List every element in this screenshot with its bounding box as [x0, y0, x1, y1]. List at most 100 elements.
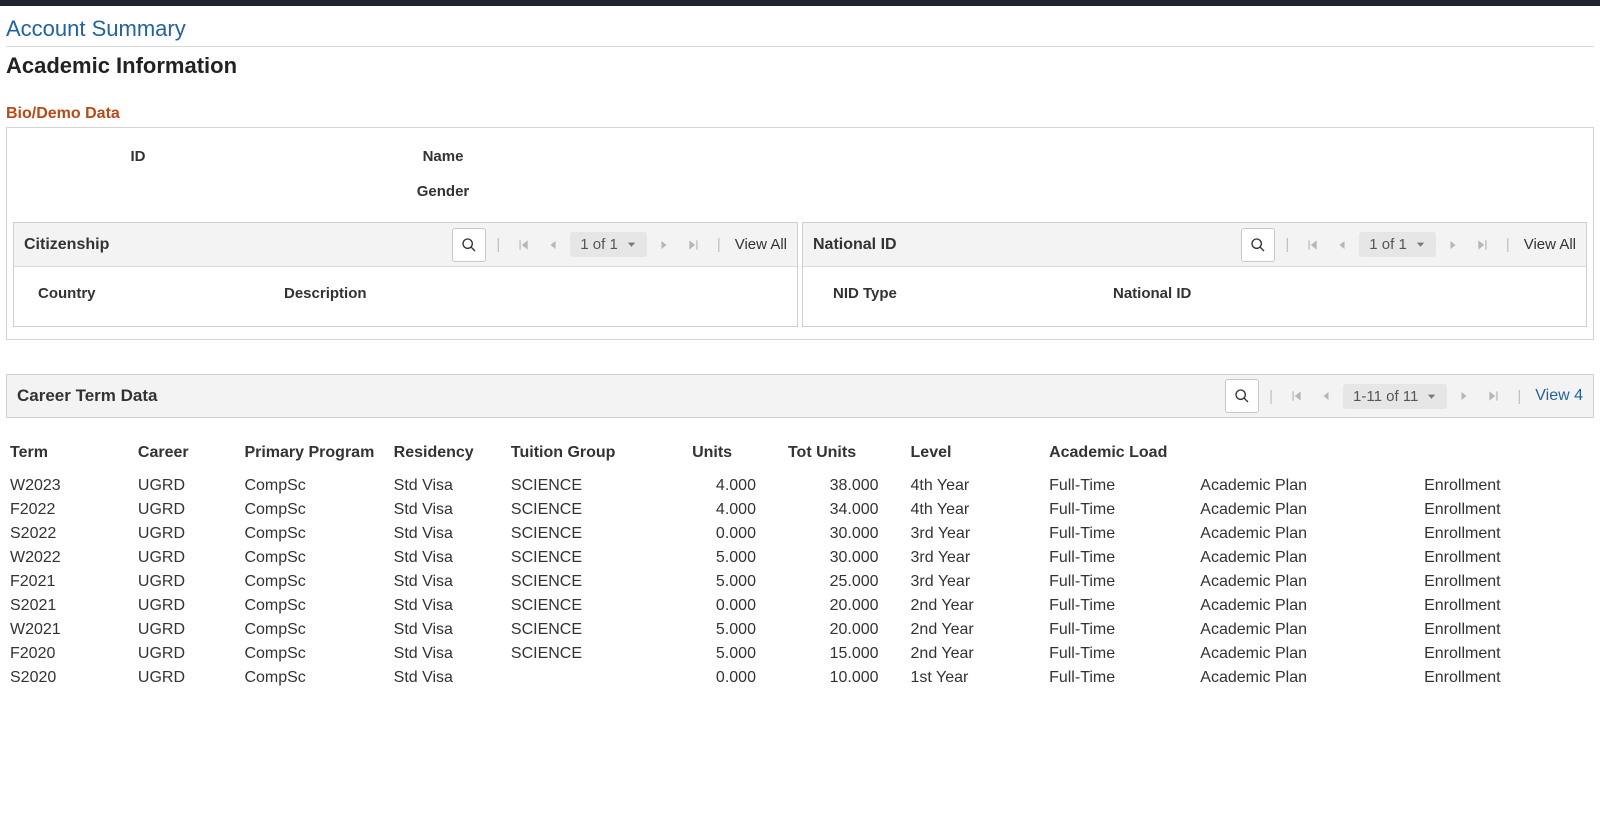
view-all-link[interactable]: View All — [731, 236, 787, 253]
prev-page-button[interactable] — [1329, 231, 1355, 259]
tuition-group-cell: SCIENCE — [507, 594, 688, 618]
career-cell: UGRD — [134, 522, 241, 546]
academic-plan-link[interactable]: Academic Plan — [1178, 498, 1402, 522]
search-button[interactable] — [452, 228, 486, 262]
program-cell: CompSc — [240, 666, 389, 690]
load-cell: Full-Time — [1045, 666, 1178, 690]
table-row: S2022UGRDCompScStd VisaSCIENCE0.00030.00… — [6, 522, 1594, 546]
units-cell: 4.000 — [688, 498, 784, 522]
enrollment-link[interactable]: Enrollment — [1402, 474, 1594, 498]
table-row: F2022UGRDCompScStd VisaSCIENCE4.00034.00… — [6, 498, 1594, 522]
chevron-down-icon — [1426, 391, 1437, 402]
program-cell: CompSc — [240, 642, 389, 666]
tot-units-cell: 25.000 — [784, 570, 907, 594]
level-cell: 2nd Year — [907, 594, 1046, 618]
pager-text: 1 of 1 — [1369, 236, 1407, 253]
enrollment-link[interactable]: Enrollment — [1402, 570, 1594, 594]
career-cell: UGRD — [134, 546, 241, 570]
residency-cell: Std Visa — [390, 498, 507, 522]
term-column-header: Term — [6, 438, 134, 474]
academic-plan-link[interactable]: Academic Plan — [1178, 474, 1402, 498]
next-page-button[interactable] — [651, 231, 677, 259]
units-column-header: Units — [688, 438, 784, 474]
program-cell: CompSc — [240, 522, 389, 546]
description-column-header: Description — [284, 285, 367, 302]
academic-plan-link[interactable]: Academic Plan — [1178, 594, 1402, 618]
enrollment-link[interactable]: Enrollment — [1402, 546, 1594, 570]
country-column-header: Country — [24, 285, 224, 302]
units-cell: 0.000 — [688, 666, 784, 690]
search-button[interactable] — [1225, 379, 1259, 413]
units-cell: 5.000 — [688, 546, 784, 570]
career-term-title: Career Term Data — [17, 386, 157, 406]
enrollment-link[interactable]: Enrollment — [1402, 618, 1594, 642]
next-page-button[interactable] — [1451, 382, 1477, 410]
tot-units-cell: 34.000 — [784, 498, 907, 522]
separator: | — [711, 236, 727, 253]
academic-plan-link[interactable]: Academic Plan — [1178, 642, 1402, 666]
pager-dropdown[interactable]: 1-11 of 11 — [1343, 384, 1447, 409]
last-page-button[interactable] — [1481, 382, 1507, 410]
residency-cell: Std Visa — [390, 522, 507, 546]
academic-plan-link[interactable]: Academic Plan — [1178, 618, 1402, 642]
tot-units-cell: 30.000 — [784, 546, 907, 570]
term-cell: S2021 — [6, 594, 134, 618]
breadcrumb[interactable]: Account Summary — [6, 12, 186, 44]
residency-cell: Std Visa — [390, 618, 507, 642]
enrollment-link[interactable]: Enrollment — [1402, 642, 1594, 666]
chevron-right-icon — [1447, 239, 1459, 251]
first-page-button[interactable] — [510, 231, 536, 259]
table-row: W2023UGRDCompScStd VisaSCIENCE4.00038.00… — [6, 474, 1594, 498]
career-cell: UGRD — [134, 642, 241, 666]
residency-column-header: Residency — [390, 438, 507, 474]
first-page-button[interactable] — [1299, 231, 1325, 259]
enrollment-link[interactable]: Enrollment — [1402, 522, 1594, 546]
academic-plan-link[interactable]: Academic Plan — [1178, 570, 1402, 594]
academic-plan-link[interactable]: Academic Plan — [1178, 546, 1402, 570]
load-cell: Full-Time — [1045, 642, 1178, 666]
next-page-button[interactable] — [1440, 231, 1466, 259]
academic-plan-link[interactable]: Academic Plan — [1178, 522, 1402, 546]
last-page-icon — [687, 238, 701, 252]
view-all-link[interactable]: View All — [1520, 236, 1576, 253]
search-icon — [461, 237, 477, 253]
separator: | — [490, 236, 506, 253]
load-cell: Full-Time — [1045, 594, 1178, 618]
separator: | — [1500, 236, 1516, 253]
prev-page-button[interactable] — [540, 231, 566, 259]
career-cell: UGRD — [134, 498, 241, 522]
term-cell: W2021 — [6, 618, 134, 642]
term-cell: F2020 — [6, 642, 134, 666]
last-page-button[interactable] — [1470, 231, 1496, 259]
tuition-group-cell: SCIENCE — [507, 522, 688, 546]
academic-plan-link[interactable]: Academic Plan — [1178, 666, 1402, 690]
enrollment-link[interactable]: Enrollment — [1402, 594, 1594, 618]
enrollment-link[interactable]: Enrollment — [1402, 498, 1594, 522]
view-4-link[interactable]: View 4 — [1531, 387, 1583, 405]
last-page-icon — [1476, 238, 1490, 252]
last-page-button[interactable] — [681, 231, 707, 259]
tot-units-cell: 38.000 — [784, 474, 907, 498]
table-row: F2021UGRDCompScStd VisaSCIENCE5.00025.00… — [6, 570, 1594, 594]
career-cell: UGRD — [134, 570, 241, 594]
pager-dropdown[interactable]: 1 of 1 — [570, 232, 647, 257]
tot-units-cell: 15.000 — [784, 642, 907, 666]
term-cell: W2023 — [6, 474, 134, 498]
search-icon — [1234, 388, 1250, 404]
units-cell: 5.000 — [688, 642, 784, 666]
bio-demo-box: ID Name Gender Citizenship | — [6, 127, 1594, 340]
pager-dropdown[interactable]: 1 of 1 — [1359, 232, 1436, 257]
nid-type-column-header: NID Type — [813, 285, 1053, 302]
chevron-left-icon — [1320, 390, 1332, 402]
enrollment-link[interactable]: Enrollment — [1402, 666, 1594, 690]
load-cell: Full-Time — [1045, 474, 1178, 498]
tot-units-column-header: Tot Units — [784, 438, 907, 474]
tot-units-cell: 20.000 — [784, 618, 907, 642]
level-cell: 3rd Year — [907, 522, 1046, 546]
search-button[interactable] — [1241, 228, 1275, 262]
prev-page-button[interactable] — [1313, 382, 1339, 410]
tuition-group-column-header: Tuition Group — [507, 438, 688, 474]
first-page-button[interactable] — [1283, 382, 1309, 410]
national-id-grid: National ID | — [802, 222, 1587, 327]
first-page-icon — [516, 238, 530, 252]
